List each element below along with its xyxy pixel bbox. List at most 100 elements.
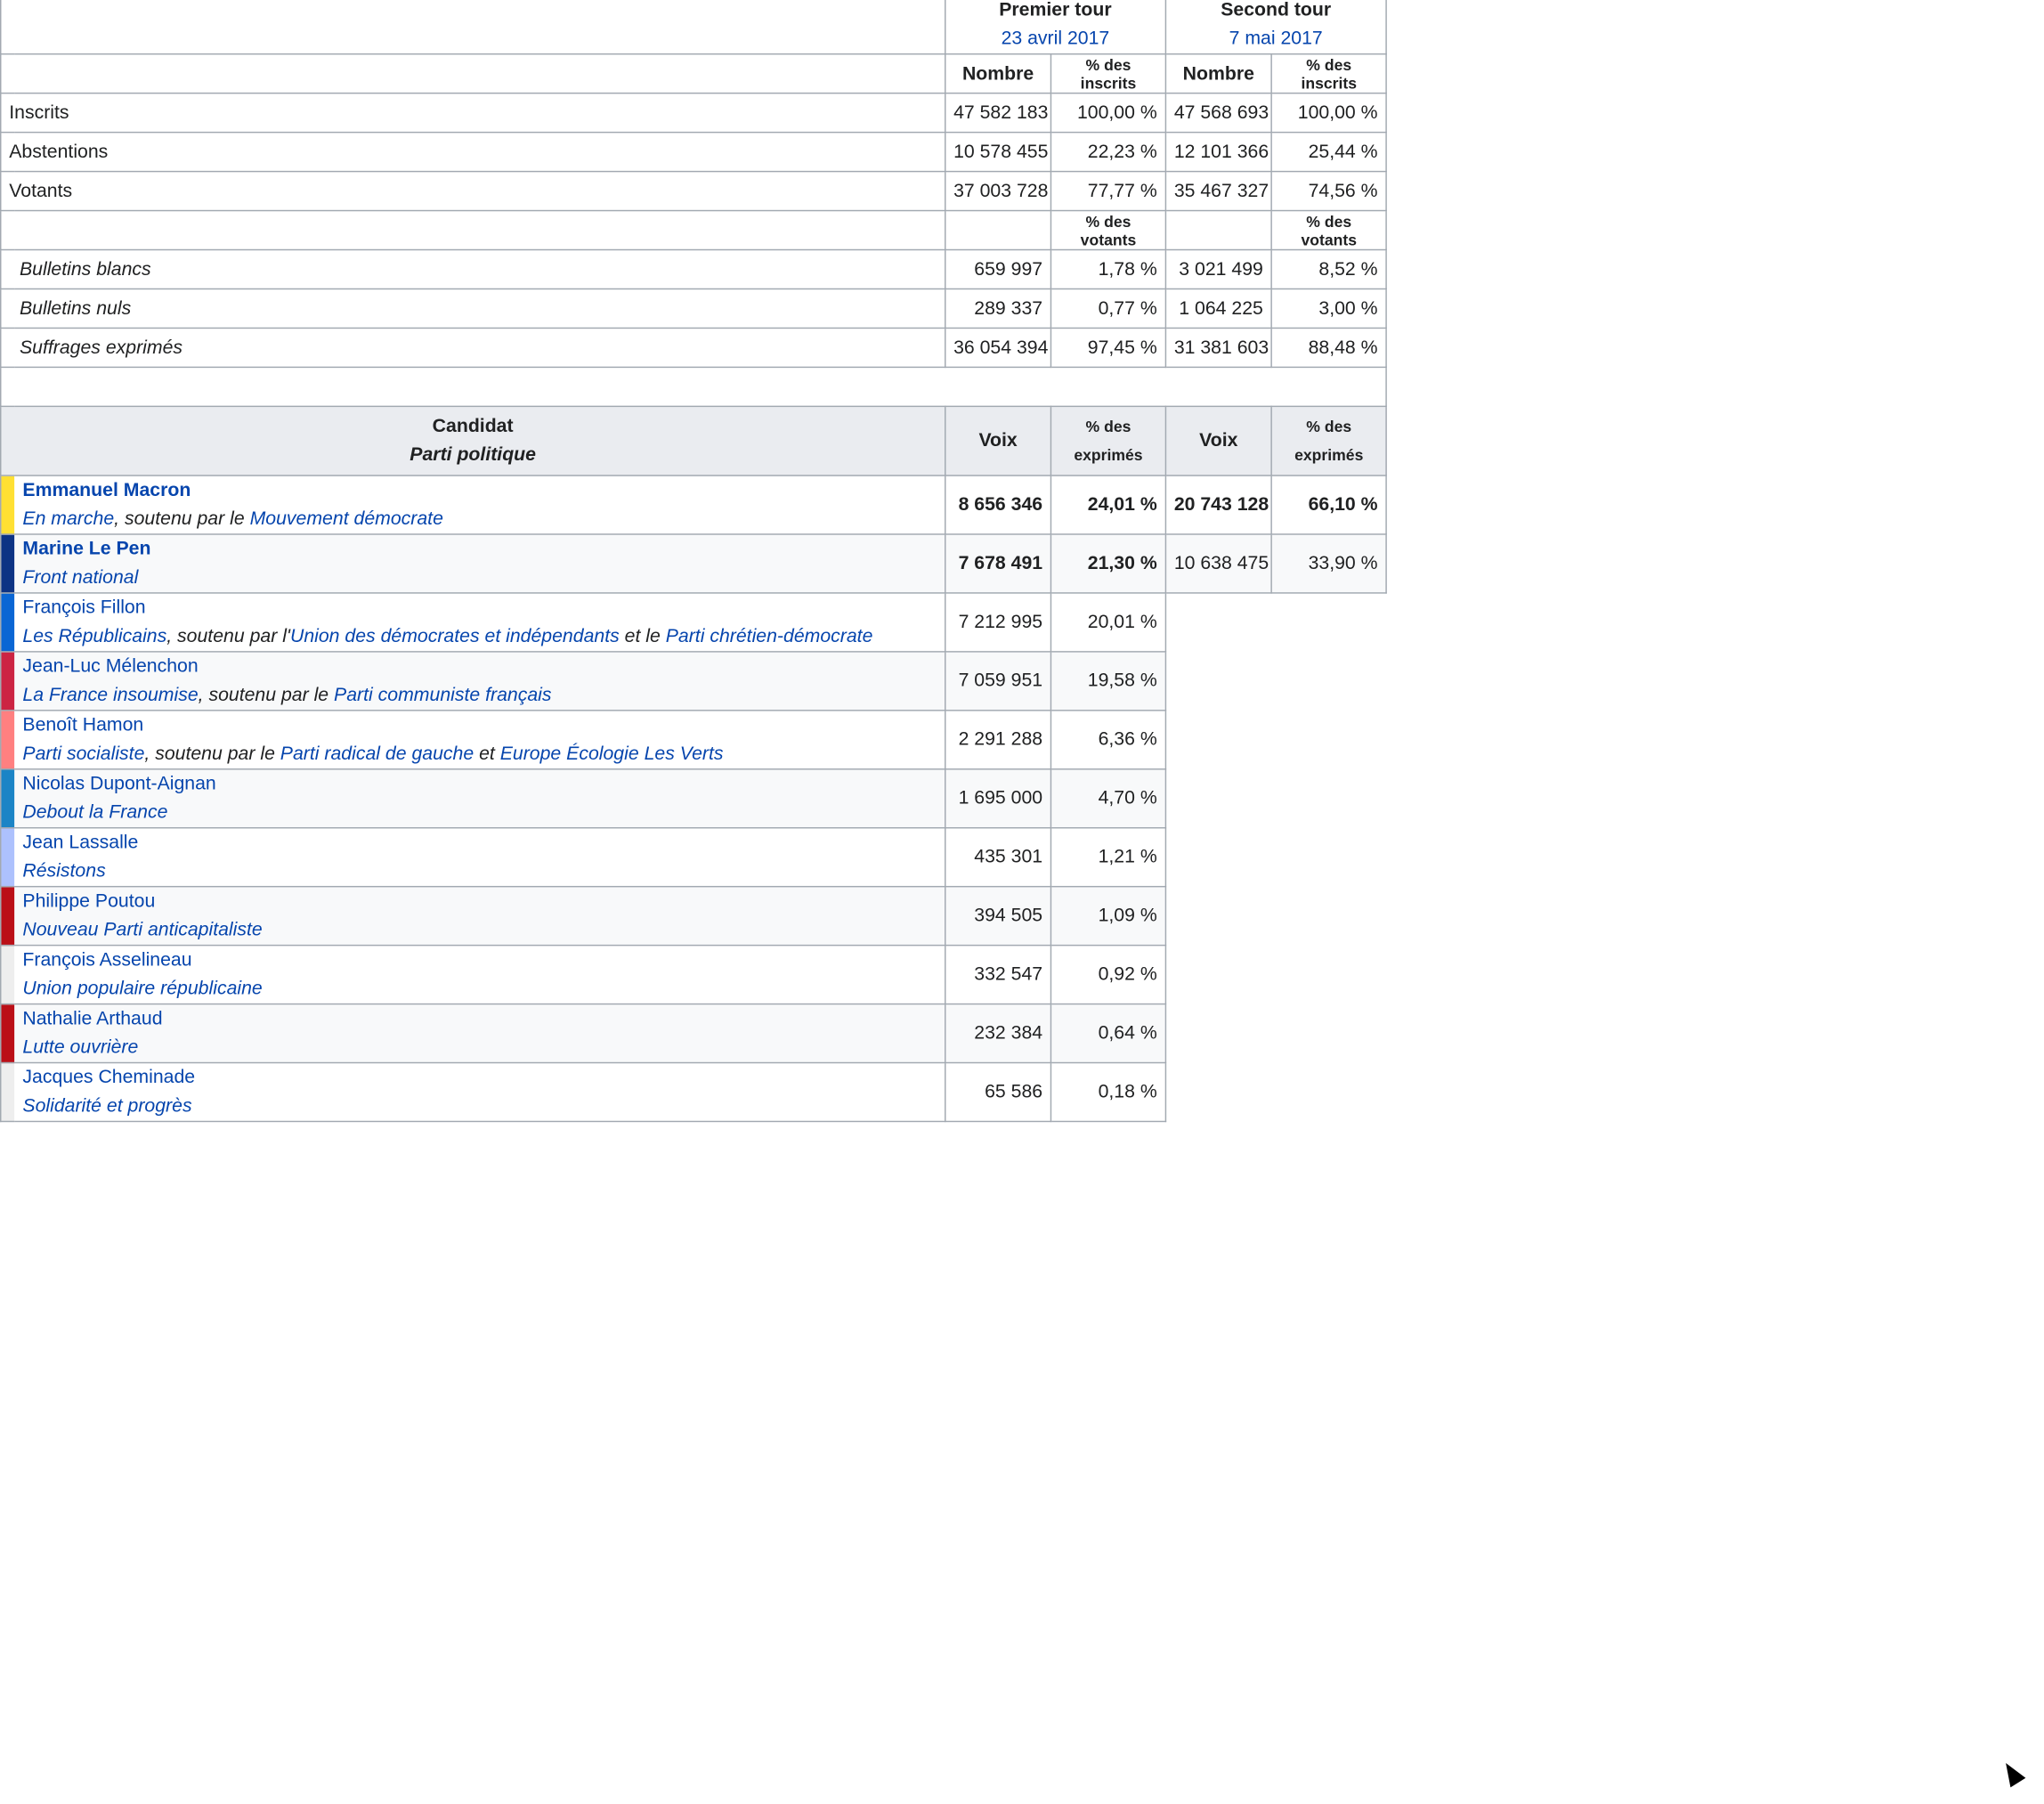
r1-percent: 0,64 % [1050, 1003, 1167, 1064]
support-text: , soutenu par l' [166, 626, 290, 647]
candidate-cell: Nathalie Arthaud Lutte ouvrière [14, 1003, 946, 1064]
candidate-name-link[interactable]: Jean-Luc Mélenchon [22, 653, 937, 681]
candidate-name-link[interactable]: Emmanuel Macron [22, 476, 937, 505]
r1-percent: 20,01 % [1050, 592, 1167, 653]
r2-percent: 33,90 % [1270, 533, 1387, 594]
candidate-cell: Benoît Hamon Parti socialiste, soutenu pa… [14, 710, 946, 770]
party-line: Front national [22, 564, 937, 592]
r2-percent: 66,10 % [1270, 475, 1387, 535]
party-color-bar [0, 1003, 15, 1064]
candidate-row: Marine Le Pen Front national 7 678 491 21,3… [0, 533, 1387, 594]
r2-percent: 88,48 % [1270, 327, 1387, 369]
supporting-party-link[interactable]: Europe Écologie Les Verts [500, 744, 724, 764]
r2-percent: 25,44 % [1270, 131, 1387, 173]
r1-votes: 7 212 995 [944, 592, 1052, 653]
mouse-cursor-icon [1998, 1758, 2026, 1788]
candidate-cell: Philippe Poutou Nouveau Parti anticapital… [14, 885, 946, 947]
party-link[interactable]: En marche [22, 508, 114, 529]
candidate-name-link[interactable]: Benoît Hamon [22, 711, 937, 740]
r2-pct-votants-header: % des votants [1270, 209, 1387, 251]
pct-votants-header-row: % des votants % des votants [0, 209, 1387, 251]
r2-percent: 74,56 % [1270, 170, 1387, 212]
candidate-name-link[interactable]: Jacques Cheminade [22, 1063, 937, 1092]
r1-percent: 0,92 % [1050, 944, 1167, 1005]
election-results-table: Premier tour 23 avril 2017 Second tour 7… [0, 0, 1387, 1123]
candidate-name-link[interactable]: Marine Le Pen [22, 535, 937, 564]
party-link[interactable]: Debout la France [22, 802, 167, 823]
candidate-name-link[interactable]: Philippe Poutou [22, 887, 937, 915]
empty-second-round-area [1165, 592, 1387, 1122]
candidate-name-link[interactable]: François Asselineau [22, 946, 937, 974]
r1-votes: 435 301 [944, 826, 1052, 888]
candidate-name-link[interactable]: Jean Lassalle [22, 828, 937, 857]
party-link[interactable]: Parti socialiste [22, 744, 144, 764]
r1-votes: 332 547 [944, 944, 1052, 1005]
party-link[interactable]: Nouveau Parti anticapitaliste [22, 920, 262, 940]
r2-percent: 8,52 % [1270, 248, 1387, 290]
r2-votes: 20 743 128 [1164, 475, 1273, 535]
round1-header: Premier tour 23 avril 2017 [944, 0, 1167, 55]
candidate-cell: Jean Lassalle Résistons [14, 826, 946, 888]
party-line: En marche, soutenu par le Mouvement démo… [22, 505, 937, 533]
r1-voix-header: Voix [944, 405, 1052, 476]
r1-percent: 24,01 % [1050, 475, 1167, 535]
r2-count: 1 064 225 [1164, 288, 1273, 329]
r1-percent: 100,00 % [1050, 92, 1167, 134]
r1-votes: 8 656 346 [944, 475, 1052, 535]
candidate-name-link[interactable]: François Fillon [22, 594, 937, 622]
party-line: Résistons [22, 857, 937, 886]
stats-label: Inscrits [0, 92, 946, 134]
supporting-party-link[interactable]: Mouvement démocrate [250, 508, 443, 529]
party-color-bar [0, 1061, 15, 1123]
party-link[interactable]: Union populaire républicaine [22, 979, 262, 999]
r1-percent: 21,30 % [1050, 533, 1167, 594]
separator-row [0, 366, 1387, 408]
stats-row: Votants 37 003 728 77,77 % 35 467 327 74,56 … [0, 170, 1387, 212]
r1-nombre-header: Nombre [944, 53, 1052, 94]
support-text: , soutenu par le [114, 508, 250, 530]
supporting-party-link[interactable]: Parti radical de gauche [280, 744, 474, 764]
r1-count: 10 578 455 [944, 131, 1052, 173]
r1-count: 37 003 728 [944, 170, 1052, 212]
party-line: La France insoumise, soutenu par le Part… [22, 681, 937, 710]
supporting-party-link[interactable]: Parti chrétien-démocrate [666, 626, 873, 646]
stats-label: Votants [0, 170, 946, 212]
r1-pct-votants-header: % des votants [1050, 209, 1167, 251]
header-blank [0, 0, 946, 55]
parti-label: Parti politique [410, 444, 536, 467]
r1-percent: 97,45 % [1050, 327, 1167, 369]
r1-percent: 1,21 % [1050, 826, 1167, 888]
party-line: Parti socialiste, soutenu par le Parti r… [22, 740, 937, 768]
party-link[interactable]: La France insoumise [22, 685, 198, 705]
round1-date-link[interactable]: 23 avril 2017 [953, 25, 1157, 53]
supporting-party-link[interactable]: Union des démocrates et indépendants [290, 626, 620, 646]
party-link[interactable]: Les Républicains [22, 626, 166, 646]
party-color-bar [0, 592, 15, 653]
r1-count: 36 054 394 [944, 327, 1052, 369]
round2-date-link[interactable]: 7 mai 2017 [1174, 25, 1378, 53]
candidate-name-link[interactable]: Nicolas Dupont-Aignan [22, 770, 937, 799]
supporting-party-link[interactable]: Parti communiste français [334, 685, 551, 705]
party-line: Union populaire républicaine [22, 975, 937, 1004]
candidate-name-link[interactable]: Nathalie Arthaud [22, 1004, 937, 1033]
r1-percent: 0,77 % [1050, 288, 1167, 329]
stats-row: Abstentions 10 578 455 22,23 % 12 101 366 25… [0, 131, 1387, 173]
candidate-cell: Jacques Cheminade Solidarité et progrès [14, 1061, 946, 1123]
exprimes-label: exprimés [1294, 446, 1364, 465]
header-columns-row: Nombre % des inscrits Nombre % des inscr… [0, 53, 1387, 94]
r2-votes: 10 638 475 [1164, 533, 1273, 594]
party-color-bar [0, 885, 15, 947]
votes-row: Bulletins blancs 659 997 1,78 % 3 021 499 8,… [0, 248, 1387, 290]
party-color-bar [0, 651, 15, 711]
r1-votes: 2 291 288 [944, 710, 1052, 770]
r2-pct-exprimes-header: % des exprimés [1270, 405, 1387, 476]
party-link[interactable]: Résistons [22, 861, 105, 882]
candidate-cell: Marine Le Pen Front national [14, 533, 946, 594]
party-color-bar [0, 768, 15, 829]
party-link[interactable]: Front national [22, 567, 138, 588]
party-link[interactable]: Solidarité et progrès [22, 1096, 191, 1117]
party-color-bar [0, 710, 15, 770]
party-link[interactable]: Lutte ouvrière [22, 1037, 138, 1058]
r2-count: 31 381 603 [1164, 327, 1273, 369]
party-color-bar [0, 475, 15, 535]
